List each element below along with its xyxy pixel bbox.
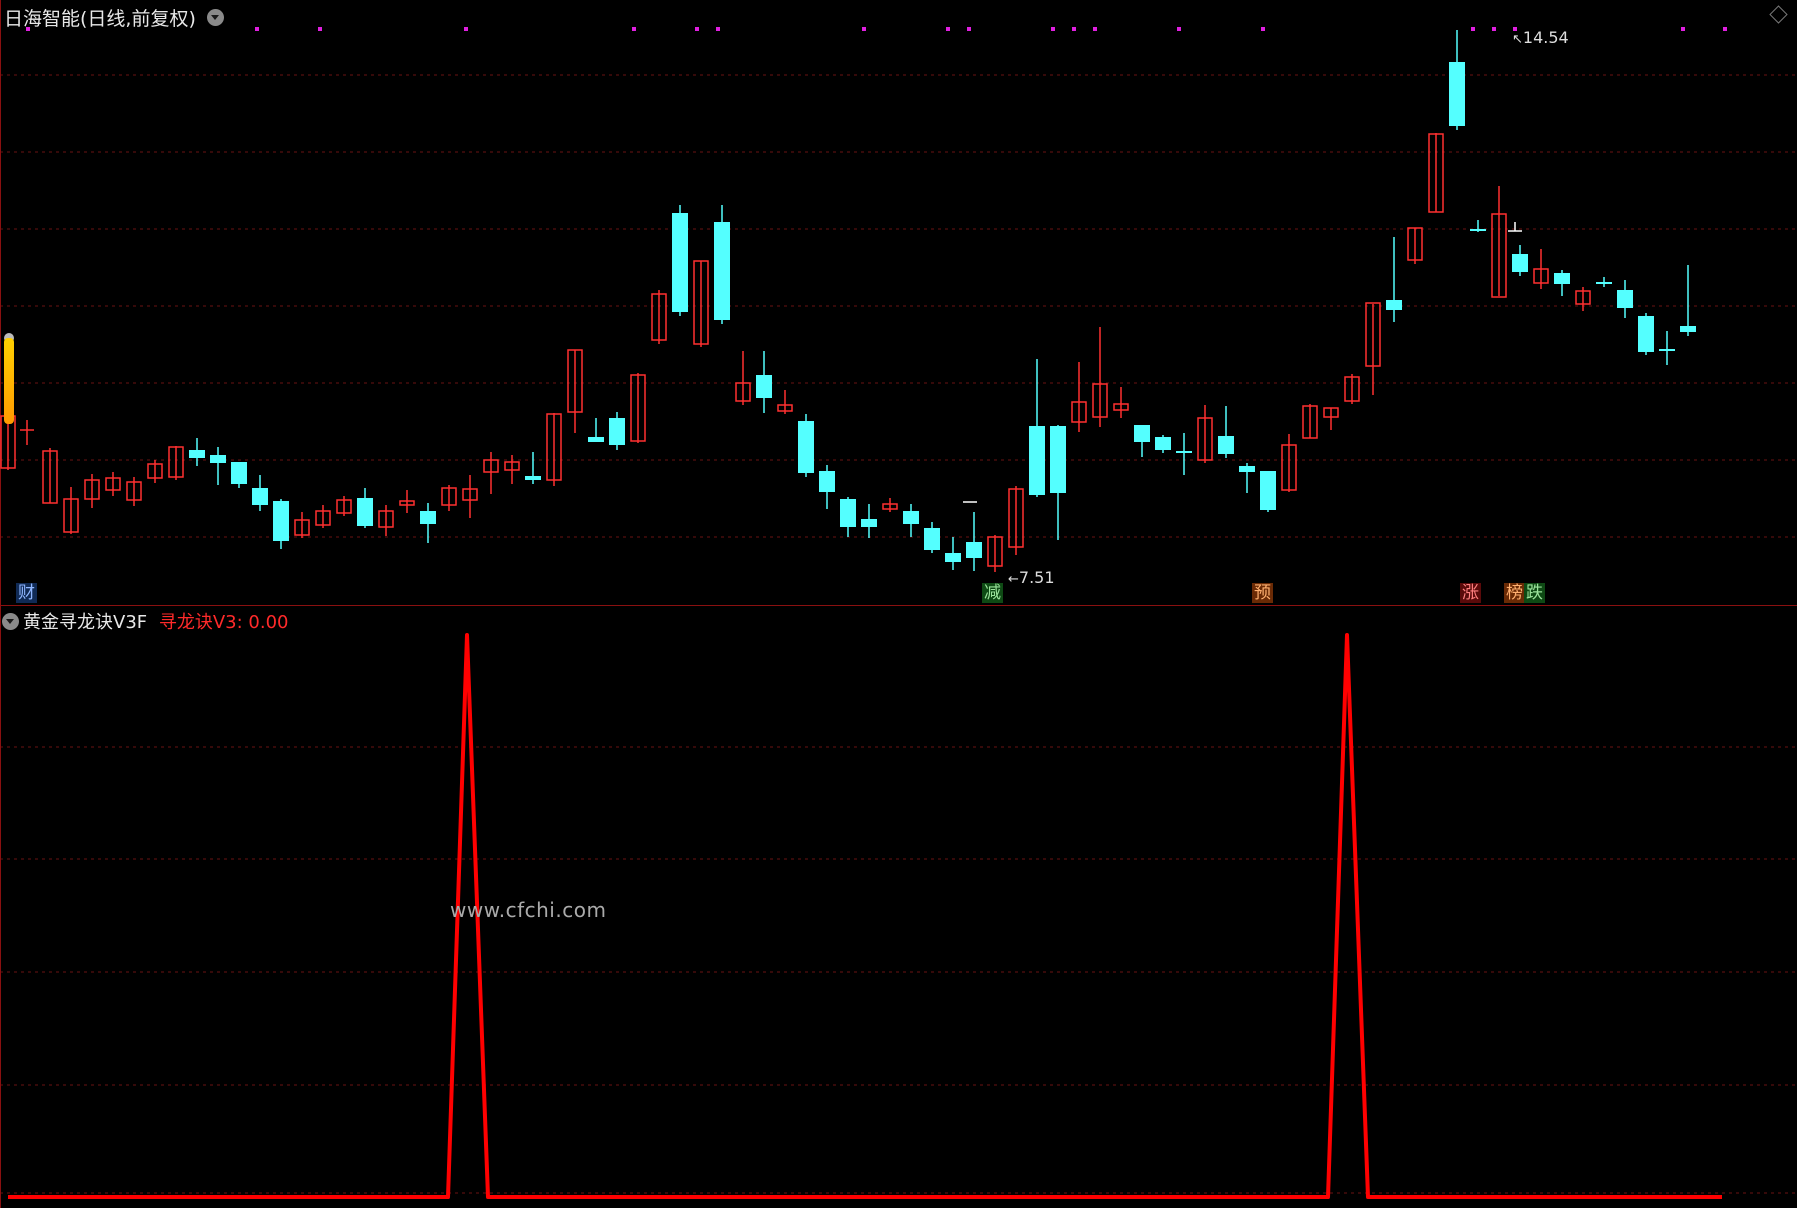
price-chart-panel[interactable]: 日海智能(日线,前复权) ↖14.54 ←7.51 财 减 预 涨 榜 跌 <box>0 0 1797 605</box>
signal-dot <box>1471 27 1475 31</box>
indicator-value: 寻龙诀V3: 0.00 <box>158 612 289 633</box>
candle-body <box>1176 451 1192 453</box>
signal-tag-bang[interactable]: 榜 <box>1504 583 1525 603</box>
candle-body <box>420 511 436 524</box>
indicator-chart <box>0 606 1797 1208</box>
stock-title: 日海智能(日线,前复权) <box>4 8 196 30</box>
signal-dot <box>946 27 950 31</box>
candle-body <box>588 437 604 442</box>
candle-body <box>840 499 856 527</box>
signal-dot <box>255 27 259 31</box>
candle-body <box>861 519 877 527</box>
high-price-label: ↖14.54 <box>1512 28 1569 47</box>
indicator-panel[interactable]: 黄金寻龙诀V3F 寻龙诀V3: 0.00 www.cfchi.com <box>0 606 1797 1208</box>
signal-dot <box>1072 27 1076 31</box>
candle-body <box>1029 426 1045 495</box>
scrollbar-thumb[interactable] <box>4 338 14 424</box>
candle-body <box>1617 290 1633 308</box>
signal-dot <box>318 27 322 31</box>
candle-body <box>1134 425 1150 442</box>
candle-body <box>966 542 982 558</box>
indicator-name: 黄金寻龙诀V3F <box>23 612 148 633</box>
indicator-line <box>8 633 1722 1199</box>
candle-body <box>1596 282 1612 284</box>
candle-body <box>252 488 268 505</box>
candle-body <box>1680 326 1696 332</box>
signal-tag-jian[interactable]: 减 <box>982 583 1003 603</box>
signal-dot <box>632 27 636 31</box>
low-price-label: ←7.51 <box>1008 568 1055 587</box>
candlestick-chart <box>0 0 1797 605</box>
candle-body <box>1512 254 1528 272</box>
candle-body <box>1659 349 1675 351</box>
candle-body <box>609 418 625 445</box>
signal-tag-zhang[interactable]: 涨 <box>1460 583 1481 603</box>
candle-body <box>1554 273 1570 284</box>
candle-body <box>231 462 247 484</box>
signal-dot <box>1093 27 1097 31</box>
candle-body <box>1386 300 1402 310</box>
candle-body <box>1155 437 1171 450</box>
signal-dot <box>1177 27 1181 31</box>
candle-body <box>903 511 919 524</box>
signal-tag-cai[interactable]: 财 <box>16 583 37 603</box>
chevron-down-icon[interactable] <box>2 612 19 630</box>
candle-body <box>525 476 541 480</box>
candle-body <box>1050 426 1066 493</box>
signal-dot <box>967 27 971 31</box>
candle-body <box>1260 471 1276 510</box>
indicator-header: 黄金寻龙诀V3F 寻龙诀V3: 0.00 <box>2 608 289 634</box>
candle-body <box>210 455 226 463</box>
chart-title: 日海智能(日线,前复权) <box>4 4 224 31</box>
candle-body <box>1218 436 1234 454</box>
signal-dot <box>1261 27 1265 31</box>
signal-tag-yu[interactable]: 预 <box>1252 583 1273 603</box>
signal-dot <box>1681 27 1685 31</box>
candle-body <box>273 501 289 541</box>
candle-body <box>714 222 730 320</box>
candle-body <box>924 528 940 550</box>
candle-body <box>1638 316 1654 352</box>
candle-body <box>1449 62 1465 126</box>
signal-dot <box>716 27 720 31</box>
candle-body <box>1239 466 1255 472</box>
chevron-down-icon[interactable] <box>206 9 224 26</box>
signal-tag-die[interactable]: 跌 <box>1524 583 1545 603</box>
candle-body <box>1470 229 1486 231</box>
signal-dot <box>1492 27 1496 31</box>
signal-dot <box>1051 27 1055 31</box>
candle-body <box>798 421 814 473</box>
watermark: www.cfchi.com <box>450 898 607 922</box>
signal-dot <box>862 27 866 31</box>
signal-dot <box>1723 27 1727 31</box>
signal-dot <box>695 27 699 31</box>
signal-dot <box>464 27 468 31</box>
candle-body <box>945 553 961 562</box>
candle-body <box>357 498 373 526</box>
candle-body <box>756 375 772 398</box>
candle-body <box>189 450 205 458</box>
candle-body <box>819 471 835 492</box>
candle-body <box>672 213 688 312</box>
